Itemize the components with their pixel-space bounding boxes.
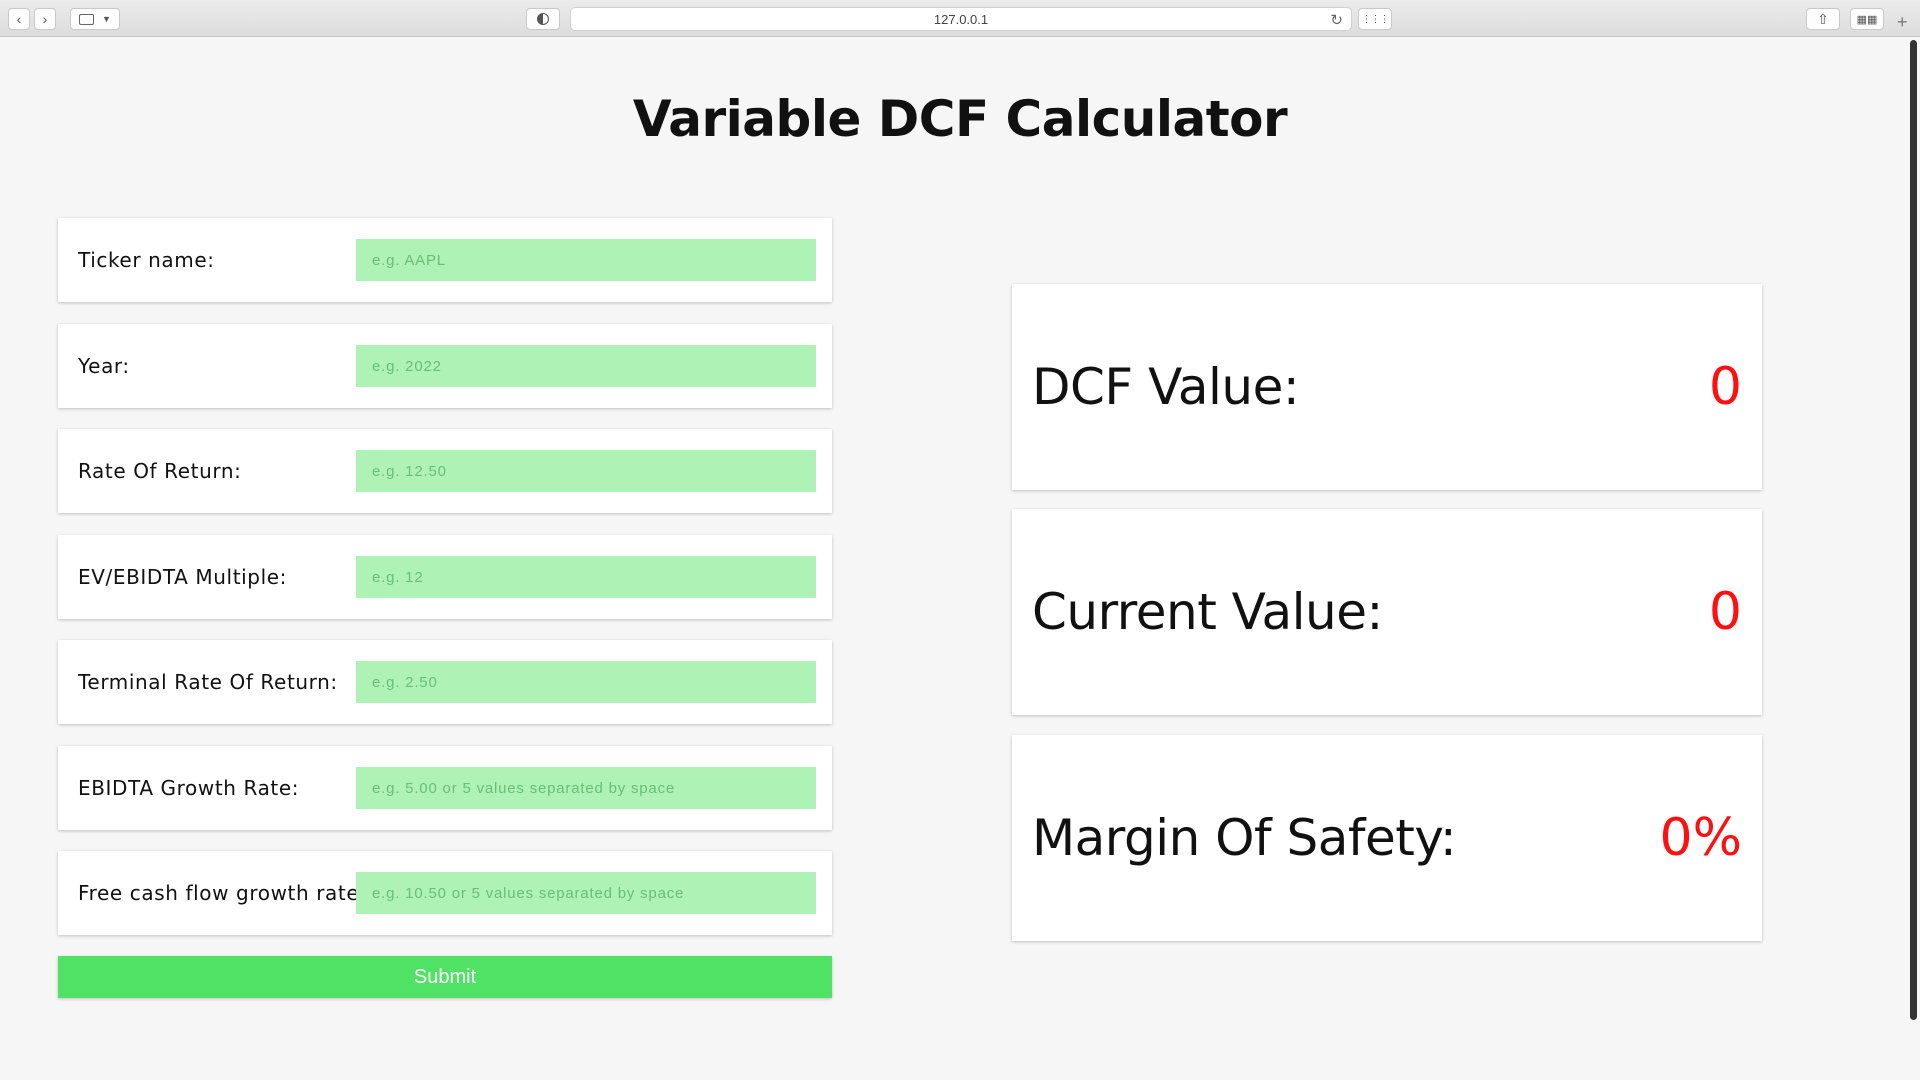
page-body: Variable DCF Calculator Ticker name: Yea… bbox=[0, 38, 1920, 1080]
year-input[interactable] bbox=[356, 345, 816, 387]
result-value: 0 bbox=[1708, 582, 1742, 642]
result-value: 0 bbox=[1708, 357, 1742, 417]
rate-of-return-input[interactable] bbox=[356, 450, 816, 492]
field-ebidta-growth-rate: EBIDTA Growth Rate: bbox=[58, 746, 832, 830]
margin-of-safety-card: Margin Of Safety: 0% bbox=[1012, 735, 1762, 941]
extensions-button[interactable]: ⋮⋮⋮ bbox=[1358, 8, 1392, 30]
field-label: Ticker name: bbox=[78, 248, 215, 272]
field-rate-of-return: Rate Of Return: bbox=[58, 429, 832, 513]
fcf-growth-input[interactable] bbox=[356, 872, 816, 914]
result-label: DCF Value: bbox=[1032, 358, 1300, 416]
field-fcf-growth-rate: Free cash flow growth rate: bbox=[58, 851, 832, 935]
scrollbar[interactable] bbox=[1910, 40, 1917, 1020]
terminal-rate-input[interactable] bbox=[356, 661, 816, 703]
ev-ebidta-multiple-input[interactable] bbox=[356, 556, 816, 598]
result-label: Current Value: bbox=[1032, 583, 1383, 641]
field-year: Year: bbox=[58, 324, 832, 408]
back-button[interactable]: ‹ bbox=[8, 8, 30, 30]
reload-icon[interactable]: ↻ bbox=[1330, 11, 1343, 29]
sidebar-icon bbox=[79, 13, 95, 25]
address-bar[interactable]: 127.0.0.1 ↻ bbox=[570, 7, 1352, 31]
share-button[interactable]: ⇧ bbox=[1806, 8, 1840, 30]
share-icon: ⇧ bbox=[1817, 10, 1829, 27]
field-label: Year: bbox=[78, 354, 130, 378]
dcf-value-card: DCF Value: 0 bbox=[1012, 284, 1762, 490]
field-terminal-rate-of-return: Terminal Rate Of Return: bbox=[58, 640, 832, 724]
field-label: Terminal Rate Of Return: bbox=[78, 670, 338, 694]
privacy-button[interactable] bbox=[526, 8, 560, 30]
result-value: 0% bbox=[1659, 808, 1743, 868]
new-tab-icon[interactable]: + bbox=[1897, 12, 1908, 33]
chevron-left-icon: ‹ bbox=[16, 11, 22, 27]
field-label: EV/EBIDTA Multiple: bbox=[78, 565, 287, 589]
field-label: Rate Of Return: bbox=[78, 459, 242, 483]
field-ev-ebidta-multiple: EV/EBIDTA Multiple: bbox=[58, 535, 832, 619]
sidebar-toggle-button[interactable]: ▼ bbox=[70, 8, 120, 30]
field-label: Free cash flow growth rate: bbox=[78, 881, 367, 905]
url-text: 127.0.0.1 bbox=[933, 11, 989, 27]
forward-button[interactable]: › bbox=[34, 8, 56, 30]
shield-icon bbox=[537, 13, 549, 25]
tabs-overview-button[interactable]: ▦▦ bbox=[1850, 8, 1884, 30]
result-label: Margin Of Safety: bbox=[1032, 809, 1457, 867]
field-label: EBIDTA Growth Rate: bbox=[78, 776, 300, 800]
grid-icon: ⋮⋮⋮ bbox=[1361, 13, 1390, 25]
chevron-right-icon: › bbox=[42, 11, 48, 27]
submit-button[interactable]: Submit bbox=[58, 956, 832, 998]
current-value-card: Current Value: 0 bbox=[1012, 509, 1762, 715]
page-title: Variable DCF Calculator bbox=[632, 90, 1288, 148]
ebidta-growth-input[interactable] bbox=[356, 767, 816, 809]
field-ticker-name: Ticker name: bbox=[58, 218, 832, 302]
browser-toolbar: ‹ › ▼ 127.0.0.1 ↻ ⋮⋮⋮ ⇧ ▦▦ + bbox=[0, 0, 1920, 37]
tabs-icon: ▦▦ bbox=[1856, 13, 1878, 26]
ticker-input[interactable] bbox=[356, 239, 816, 281]
chevron-down-icon: ▼ bbox=[102, 14, 111, 24]
